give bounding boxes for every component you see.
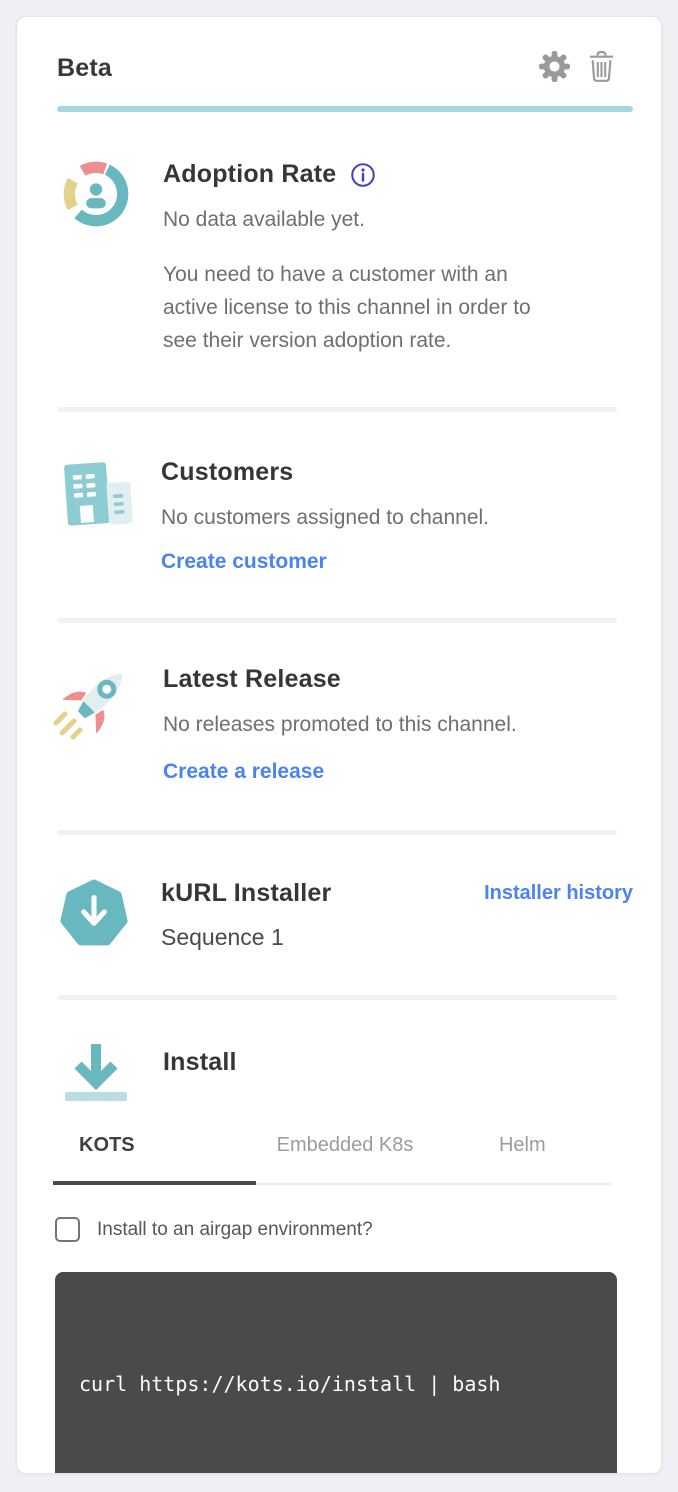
install-download-icon bbox=[57, 1040, 135, 1108]
channel-name: Beta bbox=[57, 54, 112, 83]
channel-card-header: Beta bbox=[17, 17, 661, 85]
adoption-empty-description: You need to have a customer with an acti… bbox=[163, 258, 563, 358]
release-empty-text: No releases promoted to this channel. bbox=[163, 709, 633, 741]
customers-icon bbox=[53, 456, 133, 532]
install-command-line-1: curl https://kots.io/install | bash bbox=[79, 1367, 593, 1401]
install-title: Install bbox=[163, 1048, 633, 1077]
adoption-empty-text: No data available yet. bbox=[163, 204, 633, 236]
create-release-link[interactable]: Create a release bbox=[163, 760, 324, 784]
adoption-rate-icon bbox=[57, 158, 135, 230]
installer-sequence: Sequence 1 bbox=[161, 924, 633, 951]
kurl-installer-title: kURL Installer bbox=[161, 879, 331, 908]
install-command-line-2: kubectl kots install myapp/beta bbox=[79, 1469, 593, 1474]
channel-card-content: Adoption Rate No data available yet. You… bbox=[17, 112, 661, 1474]
section-kurl-installer: kURL Installer Installer history Sequenc… bbox=[41, 835, 637, 995]
channel-settings-button[interactable] bbox=[538, 51, 570, 85]
customers-title: Customers bbox=[161, 458, 633, 487]
channel-card: Beta bbox=[16, 16, 662, 1474]
installer-history-link[interactable]: Installer history bbox=[484, 882, 633, 905]
adoption-rate-title: Adoption Rate bbox=[163, 160, 633, 189]
section-install: Install bbox=[41, 1000, 637, 1108]
airgap-option-row: Install to an airgap environment? bbox=[55, 1217, 637, 1242]
customers-empty-text: No customers assigned to channel. bbox=[161, 502, 633, 534]
section-customers: Customers No customers assigned to chann… bbox=[41, 412, 637, 618]
latest-release-title: Latest Release bbox=[163, 665, 633, 694]
channel-delete-button[interactable] bbox=[585, 51, 617, 85]
airgap-checkbox[interactable] bbox=[55, 1217, 80, 1242]
gear-icon bbox=[538, 50, 571, 86]
airgap-label: Install to an airgap environment? bbox=[97, 1219, 373, 1241]
tab-kots[interactable]: KOTS bbox=[53, 1134, 256, 1183]
section-adoption-rate: Adoption Rate No data available yet. You… bbox=[41, 112, 637, 407]
kurl-installer-icon bbox=[55, 877, 133, 951]
section-latest-release: Latest Release No releases promoted to t… bbox=[41, 623, 637, 831]
install-command-block: curl https://kots.io/install | bash kube… bbox=[55, 1272, 617, 1474]
install-tabs: KOTS Embedded K8s Helm bbox=[53, 1134, 611, 1185]
latest-release-icon bbox=[49, 663, 135, 743]
info-icon[interactable] bbox=[349, 161, 377, 189]
create-customer-link[interactable]: Create customer bbox=[161, 550, 327, 574]
tab-helm[interactable]: Helm bbox=[434, 1134, 611, 1183]
trash-icon bbox=[587, 50, 616, 86]
channel-actions bbox=[538, 51, 617, 85]
tab-embedded-k8s[interactable]: Embedded K8s bbox=[256, 1134, 433, 1183]
